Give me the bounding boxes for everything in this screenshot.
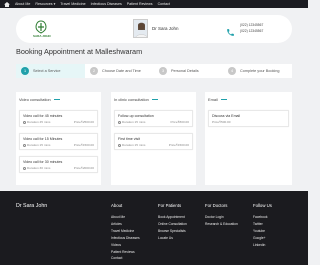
home-icon[interactable] (3, 1, 10, 7)
step-personal-details[interactable]: 3 Personal Details (154, 64, 223, 78)
footer: Dr Sara John About About Me Articles Tra… (0, 191, 308, 265)
footer-link[interactable]: Doctor Login (205, 214, 238, 221)
service-price: Price₹800.00 (170, 120, 189, 124)
nav-infectious-diseases[interactable]: Infectious Diseases (91, 2, 122, 6)
footer-brand: Dr Sara John (16, 203, 48, 209)
step-complete-booking[interactable]: 4 Complete your Booking (223, 64, 292, 78)
footer-link[interactable]: Browse Specialists (158, 228, 187, 235)
column-title: Email (208, 97, 227, 102)
clock-icon (23, 120, 26, 124)
service-duration: Duration 15 mins (118, 120, 145, 124)
footer-patients: For Patients Book Appointment Online Con… (158, 203, 187, 242)
booking-steps: 1 Select a Service 2 Choose Date and Tim… (16, 64, 292, 78)
step-select-service[interactable]: 1 Select a Service (16, 64, 85, 78)
page-title: Booking Appointment at Malleshwaram (16, 47, 143, 56)
service-email[interactable]: Discuss via Email Price₹500.00 (208, 110, 289, 127)
footer-link[interactable]: Articles (111, 221, 140, 228)
phone-icon (226, 24, 235, 36)
doctor-photo (133, 19, 148, 38)
nav-patient-reviews[interactable]: Patient Reviews (127, 2, 153, 6)
step-number: 1 (21, 67, 29, 75)
step-label: Choose Date and Time (102, 69, 141, 73)
service-price: Price₹2500.00 (73, 120, 94, 124)
email-consultation-column: Email Discuss via Email Price₹500.00 (205, 92, 292, 185)
phone-number-1[interactable]: (022) 12345567 (240, 23, 263, 29)
service-video-15[interactable]: Video call for 15 Minutes Duration 15 mi… (19, 133, 98, 150)
column-title: Video consultation (19, 97, 60, 102)
video-consultation-column: Video consultation Video call for 45 min… (16, 92, 101, 185)
step-number: 3 (159, 67, 167, 75)
footer-link[interactable]: Online Consultation (158, 221, 187, 228)
footer-link[interactable]: Facebook (253, 214, 272, 221)
service-duration: Duration 15 mins (118, 143, 145, 147)
top-navbar: About Me Resources ▾ Travel Medicine Inf… (0, 0, 308, 8)
footer-about: About About Me Articles Travel Medicine … (111, 203, 140, 262)
footer-heading: For Patients (158, 203, 182, 208)
service-duration: Duration 15 mins (23, 143, 50, 147)
footer-link[interactable]: Linkedin (253, 242, 272, 249)
service-price: Price₹1500.00 (73, 143, 94, 147)
nav-resources[interactable]: Resources ▾ (35, 2, 55, 6)
step-choose-date-time[interactable]: 2 Choose Date and Time (85, 64, 154, 78)
footer-link[interactable]: Patient Reviews (111, 249, 140, 256)
footer-follow-us: Follow Us Facebook Twitter Youtube Googl… (253, 203, 272, 249)
service-title: Video call for 45 minutes (23, 114, 63, 118)
footer-heading: Follow Us (253, 203, 272, 208)
footer-link[interactable]: Twitter (253, 221, 272, 228)
service-title: First time visit (118, 137, 140, 141)
service-video-45[interactable]: Video call for 45 minutes Duration 45 mi… (19, 110, 98, 127)
in-clinic-consultation-column: In clinic consultation Follow-up consult… (111, 92, 196, 185)
footer-link[interactable]: Videos (111, 242, 140, 249)
service-title: Video call for 15 Minutes (23, 137, 63, 141)
clock-icon (118, 143, 121, 147)
header-card: SARA JOHN Dr Sara John (022) 12345567 (0… (16, 15, 292, 43)
service-title: Follow-up consultation (118, 114, 154, 118)
service-price: Price₹1500.00 (168, 143, 189, 147)
service-duration: Duration 45 mins (23, 120, 50, 124)
nav-contact[interactable]: Contact (158, 2, 170, 6)
step-label: Personal Details (171, 69, 199, 73)
footer-heading: For Doctors (205, 203, 228, 208)
footer-link[interactable]: Locate Us (158, 235, 187, 242)
phone-number-2[interactable]: (022) 12345567 (240, 29, 263, 35)
column-title: In clinic consultation (114, 97, 158, 102)
footer-link[interactable]: Contact (111, 255, 140, 262)
footer-link[interactable]: Youtube (253, 228, 272, 235)
footer-link[interactable]: Travel Medicine (111, 228, 140, 235)
service-follow-up[interactable]: Follow-up consultation Duration 15 mins … (114, 110, 193, 127)
nav-travel-medicine[interactable]: Travel Medicine (60, 2, 85, 6)
clock-icon (23, 166, 26, 170)
service-video-30[interactable]: Video call for 30 minutes Duration 30 mi… (19, 156, 98, 173)
footer-link[interactable]: Book Appointment (158, 214, 187, 221)
service-title: Discuss via Email (212, 114, 241, 118)
footer-link[interactable]: About Me (111, 214, 140, 221)
footer-doctors: For Doctors Doctor Login Research & Educ… (205, 203, 238, 228)
footer-link[interactable]: Google+ (253, 235, 272, 242)
service-title: Video call for 30 minutes (23, 160, 63, 164)
footer-link[interactable]: Infectious Diseases (111, 235, 140, 242)
service-duration: Duration 30 mins (23, 166, 50, 170)
logo-text: SARA JOHN (33, 34, 51, 38)
service-first-visit[interactable]: First time visit Duration 15 mins Price₹… (114, 133, 193, 150)
clock-icon (118, 120, 121, 124)
step-number: 4 (228, 67, 236, 75)
clock-icon (23, 143, 26, 147)
service-price: Price₹2000.00 (73, 166, 94, 170)
doctor-name: Dr Sara John (152, 26, 179, 31)
step-label: Complete your Booking (240, 69, 280, 73)
nav-about-me[interactable]: About Me (15, 2, 30, 6)
step-label: Select a Service (33, 69, 61, 73)
step-number: 2 (90, 67, 98, 75)
phone-numbers: (022) 12345567 (022) 12345567 (240, 23, 263, 34)
service-price: Price₹500.00 (212, 120, 231, 124)
footer-heading: About (111, 203, 123, 208)
footer-link[interactable]: Research & Education (205, 221, 238, 228)
